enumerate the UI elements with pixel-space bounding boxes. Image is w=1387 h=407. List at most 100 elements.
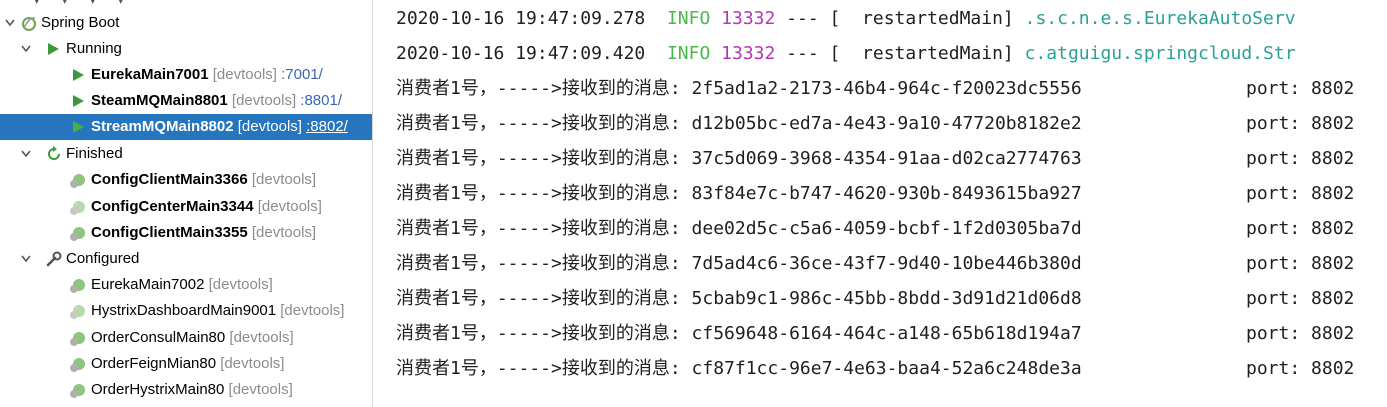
message-id: cf87f1cc-96e7-4e63-baa4-52a6c248de3a (691, 358, 1082, 379)
message-prefix: 消费者1号，----->接收到的消息: (396, 113, 692, 134)
devtools-tag: [devtools] (237, 118, 302, 135)
message-id: 37c5d069-3968-4354-91aa-d02ca2774763 (691, 148, 1082, 169)
log-level: INFO (666, 43, 711, 64)
port-link[interactable]: :8801/ (300, 92, 342, 109)
tree-item-config-client-main-3366[interactable]: ConfigClientMain3366 [devtools] (0, 167, 372, 193)
run-icon (45, 40, 63, 58)
message-id: 5cbab9c1-986c-45bb-8bdd-3d91d21d06d8 (691, 288, 1082, 309)
app-name: OrderHystrixMain80 (91, 381, 225, 398)
rerun-icon (45, 145, 63, 163)
message-line: 消费者1号，----->接收到的消息: cf87f1cc-96e7-4e63-b… (396, 351, 1354, 386)
message-prefix: 消费者1号，----->接收到的消息: (396, 253, 692, 274)
app-name: HystrixDashboardMain9001 (91, 302, 277, 319)
tree-item-stream-mq-main-8802[interactable]: StreamMQMain8802 [devtools] :8802/ (0, 114, 372, 140)
devtools-tag: [devtools] (257, 198, 322, 215)
spring-leaf-icon (68, 198, 86, 216)
tree-item-order-hystrix-main-80[interactable]: OrderHystrixMain80 [devtools] (0, 377, 372, 403)
tree-item-eureka-main-7001[interactable]: EurekaMain7001 [devtools] :7001/ (0, 62, 372, 88)
tree-node-configured[interactable]: Configured (0, 246, 372, 272)
message-id: 2f5ad1a2-2173-46b4-964c-f20023dc5556 (691, 78, 1082, 99)
message-prefix: 消费者1号，----->接收到的消息: (396, 323, 692, 344)
message-id: cf569648-6164-464c-a148-65b618d194a7 (691, 323, 1082, 344)
tree-node-finished[interactable]: Finished (0, 141, 372, 167)
log-thread: [ restartedMain] (829, 43, 1014, 64)
chevron-down-icon[interactable] (21, 141, 33, 167)
message-id: 7d5ad4c6-36ce-43f7-9d40-10be446b380d (691, 253, 1082, 274)
log-pid: 13332 (721, 43, 776, 64)
message-line: 消费者1号，----->接收到的消息: 37c5d069-3968-4354-9… (396, 141, 1354, 176)
app-name: ConfigClientMain3355 (91, 224, 248, 241)
run-icon (70, 66, 88, 84)
message-prefix: 消费者1号，----->接收到的消息: (396, 148, 692, 169)
tree-node-label: Finished (66, 145, 123, 162)
message-port: port: 8802 (1246, 183, 1355, 204)
message-port: port: 8802 (1246, 358, 1355, 379)
chevron-down-icon[interactable] (21, 36, 33, 62)
spring-leaf-icon (68, 276, 86, 294)
devtools-tag: [devtools] (208, 276, 273, 293)
app-name: StreamMQMain8802 (91, 118, 234, 135)
devtools-tag: [devtools] (229, 329, 294, 346)
tree-item-eureka-main-7002[interactable]: EurekaMain7002 [devtools] (0, 272, 372, 298)
message-prefix: 消费者1号，----->接收到的消息: (396, 358, 692, 379)
log-logger[interactable]: c.atguigu.springcloud.Str (1025, 43, 1296, 64)
message-prefix: 消费者1号，----->接收到的消息: (396, 218, 692, 239)
spring-leaf-icon (68, 224, 86, 242)
log-timestamp: 2020-10-16 19:47:09.278 (396, 8, 646, 29)
app-name: SteamMQMain8801 (91, 92, 228, 109)
app-name: ConfigClientMain3366 (91, 171, 248, 188)
port-link[interactable]: :7001/ (281, 66, 323, 83)
spring-leaf-icon (68, 329, 86, 347)
tree-item-order-consul-main-80[interactable]: OrderConsulMain80 [devtools] (0, 325, 372, 351)
message-port: port: 8802 (1246, 323, 1355, 344)
message-port: port: 8802 (1246, 253, 1355, 274)
message-line: 消费者1号，----->接收到的消息: d12b05bc-ed7a-4e43-9… (396, 106, 1354, 141)
tree-item-config-center-main-3344[interactable]: ConfigCenterMain3344 [devtools] (0, 194, 372, 220)
devtools-tag: [devtools] (251, 224, 317, 241)
tree-node-label: Spring Boot (41, 14, 120, 31)
app-name: OrderFeignMian80 (91, 355, 217, 372)
chevron-down-icon[interactable] (5, 10, 17, 36)
message-line: 消费者1号，----->接收到的消息: 2f5ad1a2-2173-46b4-9… (396, 71, 1354, 106)
message-id: dee02d5c-c5a6-4059-bcbf-1f2d0305ba7d (691, 218, 1082, 239)
tree-item-config-client-main-3355[interactable]: ConfigClientMain3355 [devtools] (0, 220, 372, 246)
tree-node-running[interactable]: Running (0, 36, 372, 62)
message-line: 消费者1号，----->接收到的消息: dee02d5c-c5a6-4059-b… (396, 211, 1354, 246)
app-name: EurekaMain7001 (91, 66, 209, 83)
devtools-tag: [devtools] (231, 92, 297, 109)
message-prefix: 消费者1号，----->接收到的消息: (396, 78, 692, 99)
devtools-tag: [devtools] (251, 171, 317, 188)
tree-item-order-feign-mian-80[interactable]: OrderFeignMian80 [devtools] (0, 351, 372, 377)
console-output[interactable]: 2020-10-16 19:47:09.278 INFO 13332 --- [… (374, 0, 1387, 407)
log-logger[interactable]: .s.c.n.e.s.EurekaAutoServ (1025, 8, 1296, 29)
message-port: port: 8802 (1246, 218, 1355, 239)
chevron-down-icon[interactable] (21, 246, 33, 272)
tree-item-hystrix-dashboard-main-9001[interactable]: HystrixDashboardMain9001 [devtools] (0, 298, 372, 324)
spring-leaf-icon (68, 171, 86, 189)
log-timestamp: 2020-10-16 19:47:09.420 (396, 43, 646, 64)
spring-boot-icon (20, 14, 38, 32)
devtools-tag: [devtools] (228, 381, 293, 398)
app-name: OrderConsulMain80 (91, 329, 226, 346)
spring-leaf-icon (68, 302, 86, 320)
message-port: port: 8802 (1246, 288, 1355, 309)
spring-leaf-icon (68, 355, 86, 373)
wrench-icon (45, 250, 63, 268)
tree-node-spring-boot[interactable]: Spring Boot (0, 10, 372, 36)
devtools-tag: [devtools] (212, 66, 277, 83)
message-prefix: 消费者1号，----->接收到的消息: (396, 183, 692, 204)
tree-node-label: Running (66, 40, 122, 57)
spring-leaf-icon (68, 381, 86, 399)
message-line: 消费者1号，----->接收到的消息: 83f84e7c-b747-4620-9… (396, 176, 1354, 211)
message-id: d12b05bc-ed7a-4e43-9a10-47720b8182e2 (691, 113, 1082, 134)
toolbar-remnant: ▾ ▾ ▾ ▾ (34, 0, 124, 7)
message-line: 消费者1号，----->接收到的消息: 5cbab9c1-986c-45bb-8… (396, 281, 1354, 316)
log-line: 2020-10-16 19:47:09.420 INFO 13332 --- [… (396, 36, 1296, 71)
message-port: port: 8802 (1246, 78, 1355, 99)
run-icon (70, 118, 88, 136)
tree-item-steam-mq-main-8801[interactable]: SteamMQMain8801 [devtools] :8801/ (0, 88, 372, 114)
message-line: 消费者1号，----->接收到的消息: cf569648-6164-464c-a… (396, 316, 1354, 351)
app-name: ConfigCenterMain3344 (91, 198, 254, 215)
log-thread: [ restartedMain] (829, 8, 1014, 29)
port-link[interactable]: :8802/ (306, 118, 348, 135)
